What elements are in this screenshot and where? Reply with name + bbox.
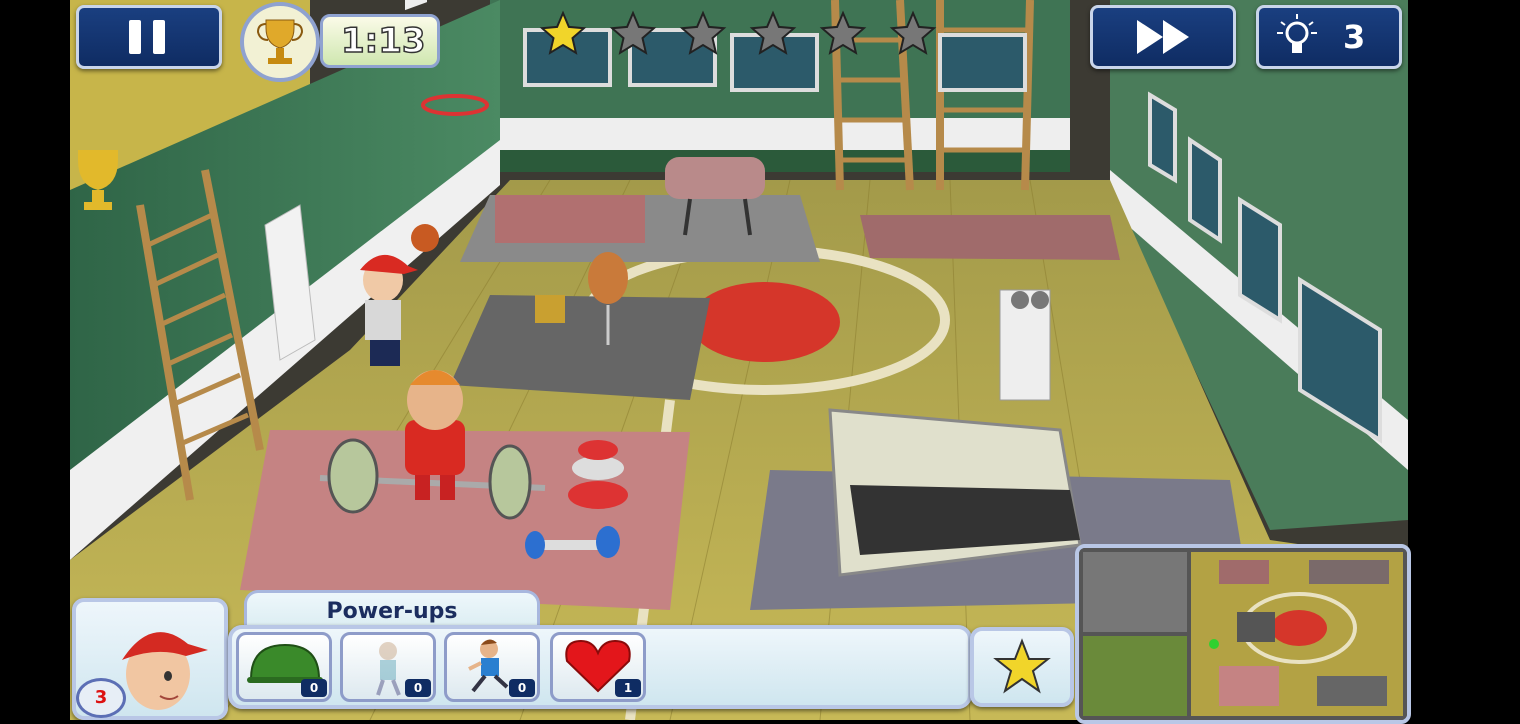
fast-forward-button[interactable]: [1090, 5, 1236, 69]
star-empty-icon: [819, 10, 867, 55]
star-button[interactable]: [970, 627, 1074, 707]
trophy-badge: [240, 2, 320, 82]
powerup-count: 0: [405, 679, 431, 697]
powerup-count: 1: [615, 679, 641, 697]
star-rating: [535, 10, 945, 60]
powerup-count: 0: [301, 679, 327, 697]
lightbulb-icon: [1277, 14, 1317, 53]
powerup-slot-heart[interactable]: 1: [550, 632, 646, 702]
powerup-slot-helmet[interactable]: 0: [236, 632, 332, 702]
minimap-view: [1079, 548, 1407, 720]
star-earned-icon: [539, 10, 587, 55]
star-icon: [993, 638, 1051, 694]
star-empty-icon: [749, 10, 797, 55]
hint-count: 3: [1343, 18, 1366, 56]
pause-button[interactable]: [76, 5, 222, 69]
timer-panel: 1:13: [320, 14, 440, 68]
minimap[interactable]: [1075, 544, 1411, 724]
star-empty-icon: [889, 10, 937, 55]
trophy-icon: [256, 19, 304, 64]
lives-badge: 3: [76, 678, 126, 718]
pause-icon: [129, 20, 165, 54]
powerup-slot-walk[interactable]: 0: [340, 632, 436, 702]
hint-button[interactable]: 3: [1256, 5, 1402, 69]
lives-count: 3: [94, 687, 108, 708]
powerup-slot-run[interactable]: 0: [444, 632, 540, 702]
timer-text: 1:13: [340, 20, 426, 62]
powerups-title: Power-ups: [326, 599, 458, 624]
powerup-count: 0: [509, 679, 535, 697]
star-empty-icon: [609, 10, 657, 55]
star-empty-icon: [679, 10, 727, 55]
fast-forward-icon: [1137, 20, 1189, 54]
